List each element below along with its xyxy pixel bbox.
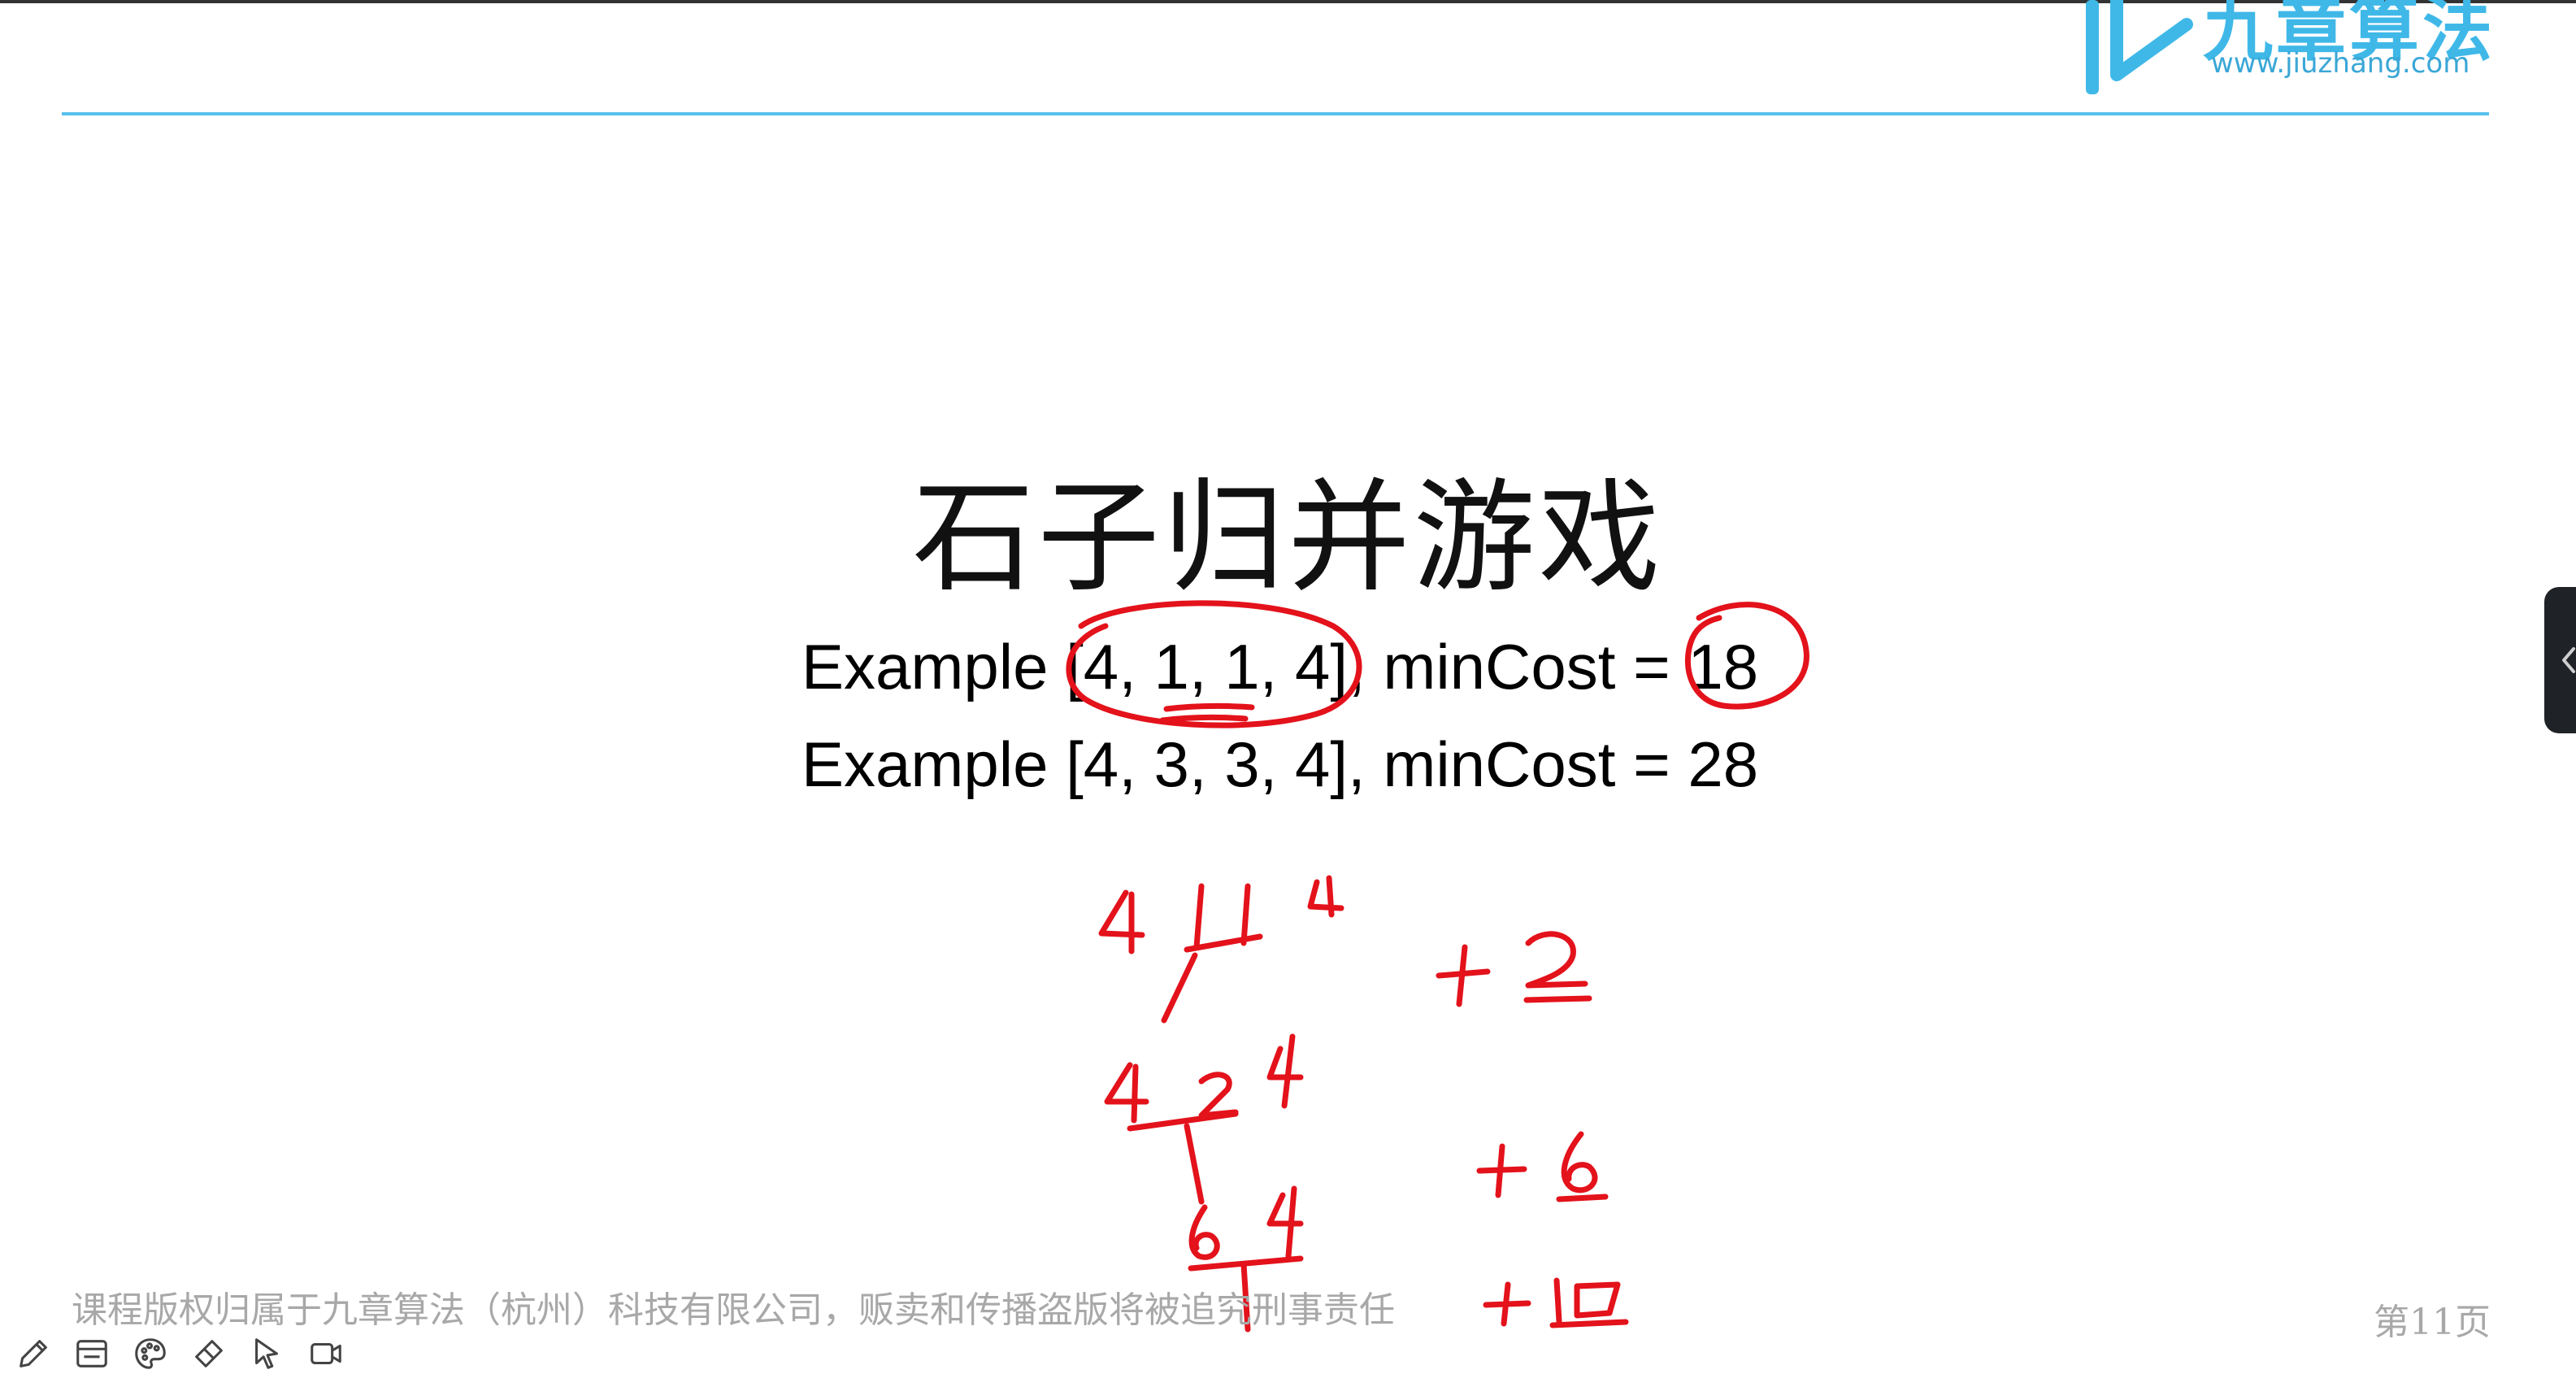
ink-annotations — [1066, 600, 1809, 1333]
ink-circle-cost — [1684, 602, 1809, 710]
ink-row2 — [1104, 1033, 1304, 1205]
ink-cost2 — [1476, 1131, 1609, 1202]
video-camera-icon[interactable] — [304, 1332, 348, 1376]
ink-row1 — [1098, 875, 1344, 1024]
window-icon[interactable] — [70, 1332, 114, 1376]
eraser-icon[interactable] — [187, 1332, 231, 1376]
footer-copyright: 课程版权归属于九章算法（杭州）科技有限公司，贩卖和传播盗版将被追究刑事责任 — [72, 1289, 1395, 1331]
chevron-left-icon — [2562, 647, 2575, 673]
ink-cost3 — [1483, 1277, 1629, 1328]
annotation-toolbar — [11, 1332, 348, 1376]
ink-cost1 — [1436, 931, 1592, 1007]
ink-underline-ones — [1163, 702, 1255, 712]
pencil-icon[interactable] — [11, 1332, 55, 1376]
side-panel-toggle[interactable] — [2544, 587, 2576, 733]
palette-icon[interactable] — [128, 1332, 172, 1376]
pointer-icon[interactable] — [245, 1332, 289, 1376]
page-number: 第11页 — [2374, 1302, 2491, 1343]
